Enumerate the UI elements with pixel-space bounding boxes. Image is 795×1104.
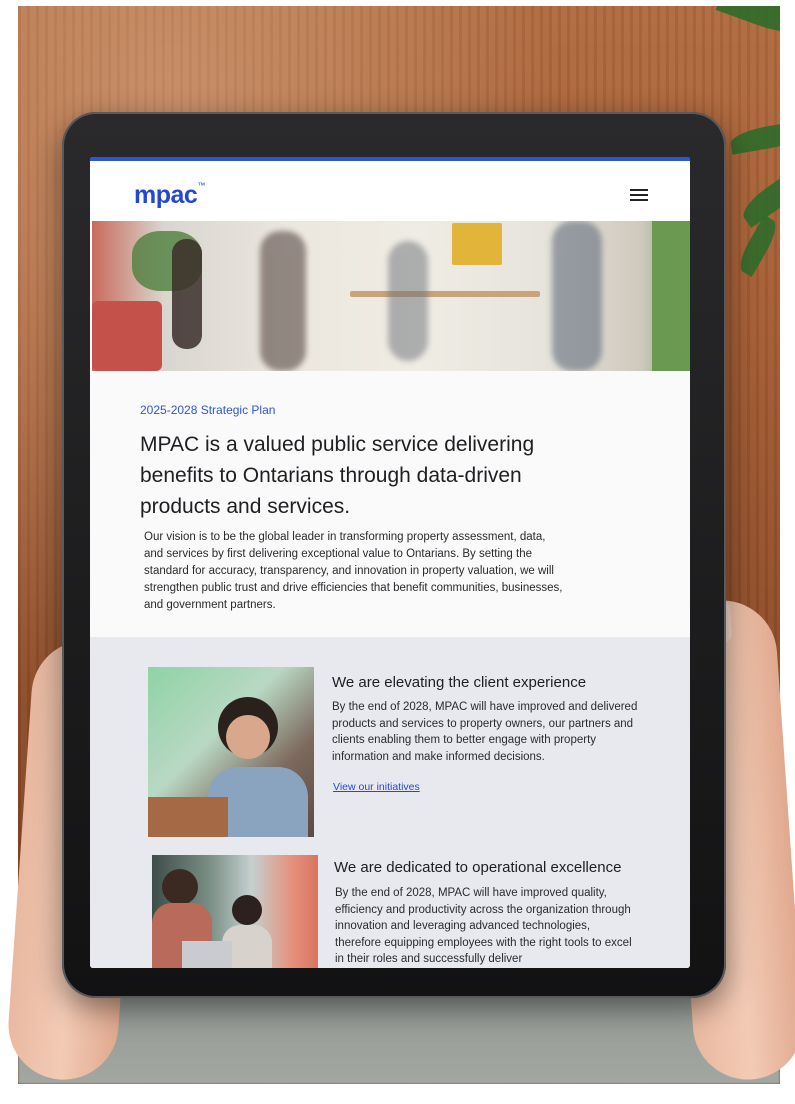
card-text-operational-excellence: By the end of 2028, MPAC will have impro… [335, 887, 632, 965]
logo-trademark: ™ [197, 181, 205, 190]
intro-paragraph: Our vision is to be the global leader in… [144, 531, 563, 611]
plant-leaf-decoration [737, 168, 780, 228]
hero-person-blur [260, 231, 306, 371]
card-title-client-experience: We are elevating the client experience [332, 674, 587, 691]
hero-yellow-panel [452, 223, 502, 265]
plant-leaf-decoration [728, 119, 780, 155]
plant-leaf-decoration [734, 215, 780, 277]
page-headline: MPAC is a valued public service deliveri… [140, 433, 535, 518]
kicker-strategic-plan: 2025-2028 Strategic Plan [140, 403, 276, 417]
card-title-operational-excellence: We are dedicated to operational excellen… [334, 859, 622, 876]
plant-leaf-decoration [715, 6, 780, 41]
hamburger-menu-icon[interactable] [630, 189, 648, 201]
hero-green-panel [652, 221, 690, 371]
mpac-logo[interactable]: mpac™ [134, 181, 205, 210]
client-experience-image [148, 667, 314, 837]
hero-sofa [92, 301, 162, 371]
operational-excellence-image [152, 855, 318, 968]
card-text-client-experience: By the end of 2028, MPAC will have impro… [332, 701, 638, 763]
hero-table [350, 291, 540, 297]
pillars-section: We are elevating the client experience B… [90, 637, 690, 968]
view-initiatives-link[interactable]: View our initiatives [333, 781, 420, 793]
site-header: mpac™ [90, 161, 690, 221]
hero-person-blur [388, 241, 428, 361]
hero-person [172, 239, 202, 349]
tablet-screen: mpac™ 2025-2028 Strategic Plan MPAC is a… [90, 157, 690, 968]
hero-person-blur [552, 221, 602, 371]
logo-text: mpac [134, 181, 198, 209]
hero-image [92, 221, 690, 371]
